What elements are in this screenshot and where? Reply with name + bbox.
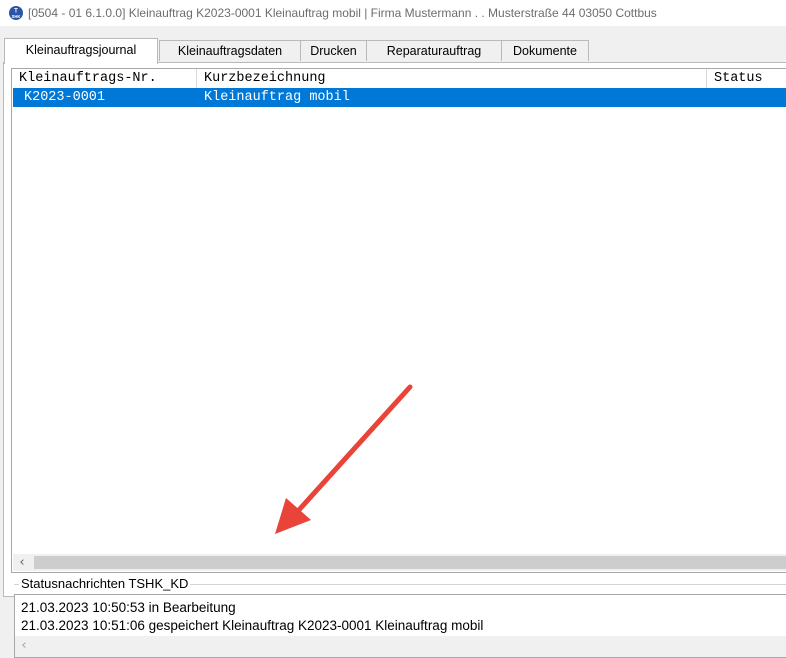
app-icon-text-bottom: SHK (12, 14, 21, 19)
status-horizontal-scrollbar[interactable]: ‹ (15, 636, 786, 657)
cell-kurzbezeichnung: Kleinauftrag mobil (204, 90, 350, 105)
chevron-left-icon[interactable]: ‹ (13, 554, 31, 571)
journal-horizontal-scrollbar[interactable]: ‹ (13, 554, 786, 571)
window-titlebar: T SHK [0504 - 01 6.1.0.0] Kleinauftrag K… (0, 0, 786, 26)
status-messages-box[interactable]: 21.03.2023 10:50:53 in Bearbeitung 21.03… (14, 594, 786, 658)
tab-kleinauftragsjournal[interactable]: Kleinauftragsjournal (4, 38, 158, 64)
window-title: [0504 - 01 6.1.0.0] Kleinauftrag K2023-0… (28, 6, 657, 20)
status-message: 21.03.2023 10:50:53 in Bearbeitung (21, 600, 236, 615)
tab-dokumente[interactable]: Dokumente (501, 40, 589, 61)
chevron-left-icon[interactable]: ‹ (15, 636, 33, 657)
journal-list[interactable]: Kleinauftrags-Nr. Kurzbezeichnung Status… (11, 68, 786, 573)
status-messages-title: Statusnachrichten TSHK_KD (19, 576, 191, 592)
tab-reparaturauftrag[interactable]: Reparaturauftrag (366, 40, 502, 61)
journal-list-header: Kleinauftrags-Nr. Kurzbezeichnung Status (12, 69, 786, 88)
tab-kleinauftragsdaten[interactable]: Kleinauftragsdaten (159, 40, 301, 61)
journal-row-selected[interactable]: K2023-0001 Kleinauftrag mobil (13, 88, 786, 107)
tshk-app-icon: T SHK (9, 6, 23, 20)
column-header-nr[interactable]: Kleinauftrags-Nr. (12, 69, 197, 88)
column-header-kurzbezeichnung[interactable]: Kurzbezeichnung (197, 69, 707, 88)
column-header-status[interactable]: Status (707, 69, 786, 88)
scrollbar-thumb[interactable] (34, 556, 786, 569)
tab-drucken[interactable]: Drucken (300, 40, 367, 61)
cell-kleinauftrags-nr: K2023-0001 (24, 90, 106, 105)
journal-panel: Kleinauftrags-Nr. Kurzbezeichnung Status… (3, 62, 786, 658)
tab-strip: Kleinauftragsjournal Kleinauftragsdaten … (4, 38, 786, 64)
status-message: 21.03.2023 10:51:06 gespeichert Kleinauf… (21, 618, 484, 633)
